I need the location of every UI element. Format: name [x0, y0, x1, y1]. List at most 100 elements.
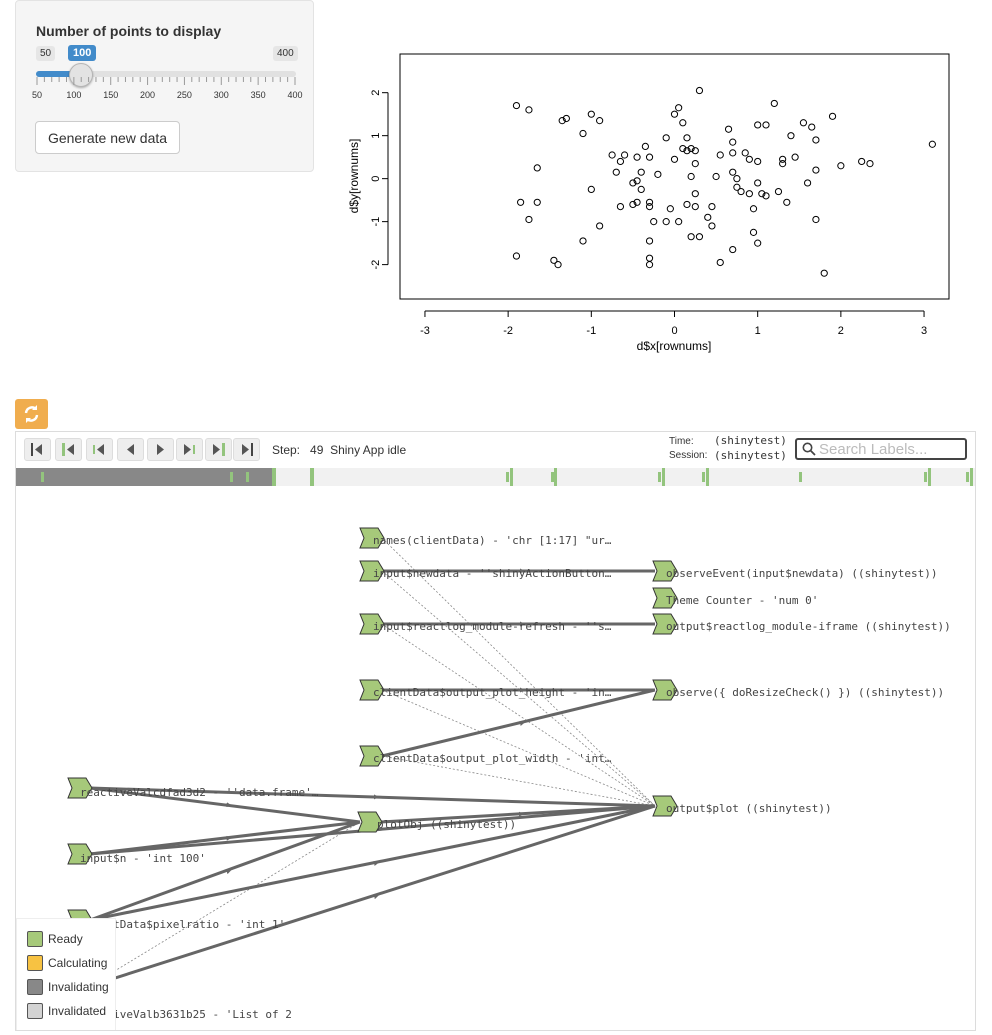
- scatter-point: [683, 200, 691, 209]
- y-tick-label: 2: [370, 90, 382, 96]
- prev-idle-icon: [93, 444, 104, 455]
- legend-swatch: [27, 955, 43, 971]
- slider-panel: Number of points to display 50 400 100 5…: [15, 0, 314, 172]
- scatter-point: [675, 104, 683, 112]
- slider-value-label: 100: [68, 45, 97, 61]
- timeline-marker: [510, 468, 513, 486]
- generate-new-data-button[interactable]: Generate new data: [35, 121, 180, 154]
- x-tick-label: -3: [420, 325, 430, 337]
- scatter-point: [787, 132, 795, 140]
- scatter-point: [687, 233, 695, 241]
- timeline-marker: [246, 472, 249, 482]
- prev-output-icon: [62, 443, 74, 456]
- scatter-point: [754, 239, 762, 247]
- scatter-point: [712, 172, 720, 181]
- dependency-graph: names(clientData) - 'chr [1:17] "ur… inpu…: [67, 527, 951, 1021]
- plot-frame: [399, 53, 950, 300]
- legend-swatch: [27, 1003, 43, 1019]
- timeline-marker: [966, 472, 969, 482]
- legend-invalidating: Invalidating: [27, 979, 109, 995]
- x-tick-label: 1: [755, 325, 761, 337]
- session-label: Session:: [669, 450, 708, 461]
- scatter-point: [662, 218, 670, 226]
- graph-node-label: plotObj ((shinytest)): [377, 818, 516, 831]
- scatter-point: [616, 157, 625, 166]
- slider-max-label: 400: [273, 46, 298, 61]
- next-output-button[interactable]: [205, 438, 232, 461]
- timeline-marker: [551, 472, 554, 482]
- first-step-button[interactable]: [24, 438, 51, 461]
- scatter-point: [645, 261, 654, 269]
- scatter-point: [745, 155, 753, 163]
- x-tick-label: -1: [586, 325, 596, 337]
- y-tick-label: 0: [370, 176, 382, 182]
- reactlog-panel: Step: 49 Shiny App idle Time: (shinytest…: [15, 431, 976, 1031]
- scatter-point: [729, 168, 737, 176]
- timeline-marker: [272, 468, 276, 486]
- scatter-point: [645, 153, 654, 161]
- scatter-point: [554, 261, 562, 269]
- scatter-point: [741, 149, 749, 157]
- next-idle-button[interactable]: [176, 438, 203, 461]
- x-tick-label: 2: [838, 325, 844, 337]
- scatter-point: [749, 228, 758, 236]
- scatter-point: [729, 138, 737, 146]
- slider-tick-label: 350: [250, 90, 266, 100]
- slider-ticks: [36, 77, 296, 85]
- prev-step-button[interactable]: [117, 438, 144, 461]
- last-step-button[interactable]: [233, 438, 260, 461]
- y-tick-label: -1: [370, 217, 382, 227]
- scatter-point: [774, 187, 783, 196]
- dependency-edge: [89, 804, 656, 988]
- first-step-icon: [31, 443, 42, 456]
- scatter-point: [650, 218, 658, 226]
- next-step-button[interactable]: [147, 438, 174, 461]
- scatter-point: [670, 110, 679, 118]
- scatter-point: [812, 215, 820, 224]
- scatter-point: [808, 123, 816, 131]
- scatter-point: [704, 213, 712, 221]
- legend-label: Invalidated: [48, 1004, 107, 1018]
- scatter-point: [512, 101, 521, 110]
- legend-swatch: [27, 931, 43, 947]
- scatter-point: [779, 155, 787, 163]
- scatter-point: [928, 140, 936, 148]
- scatter-point: [517, 198, 525, 206]
- scatter-point: [587, 185, 595, 193]
- refresh-button[interactable]: [15, 399, 48, 429]
- search-labels-input[interactable]: [795, 438, 967, 460]
- timeline-marker: [41, 472, 44, 482]
- scatter-point: [812, 136, 820, 144]
- status-legend: Ready Calculating Invalidating Invalidat…: [16, 918, 116, 1030]
- scatter-point: [679, 119, 687, 127]
- scatter-point: [579, 237, 587, 245]
- legend-label: Invalidating: [48, 980, 109, 994]
- legend-label: Ready: [48, 932, 83, 946]
- time-value: (shinytest): [714, 434, 787, 447]
- scatter-point: [637, 185, 645, 193]
- timeline-marker: [662, 468, 665, 486]
- next-idle-icon: [184, 444, 195, 455]
- scatter-point: [620, 151, 629, 159]
- scatter-point: [729, 149, 737, 157]
- timeline-marker: [310, 468, 314, 486]
- scatter-point: [820, 269, 828, 277]
- scatter-point: [803, 179, 812, 187]
- prev-idle-button[interactable]: [86, 438, 113, 461]
- dependency-edge-dashed: [381, 623, 656, 807]
- scatter-point: [691, 160, 699, 168]
- prev-output-button[interactable]: [55, 438, 82, 461]
- y-tick-label: 1: [370, 133, 382, 139]
- timeline-marker: [658, 472, 661, 482]
- scatter-point: [662, 134, 670, 142]
- scatter-plot: -3 -2 -1 0 1 2 3 2 1 0 -1 -2 d$x[rownums] d$y[rown…: [347, 53, 950, 353]
- scatter-point: [762, 121, 770, 129]
- graph-node-label: output$reactlog_module-iframe ((shinytes…: [666, 620, 951, 633]
- scatter-point: [724, 125, 733, 133]
- scatter-point: [596, 222, 604, 230]
- scatter-point: [754, 157, 762, 166]
- slider-tick-label: 200: [140, 90, 156, 100]
- timeline-marker: [924, 472, 927, 482]
- scatter-point: [695, 233, 704, 241]
- graph-node-label: output$plot ((shinytest)): [666, 802, 832, 815]
